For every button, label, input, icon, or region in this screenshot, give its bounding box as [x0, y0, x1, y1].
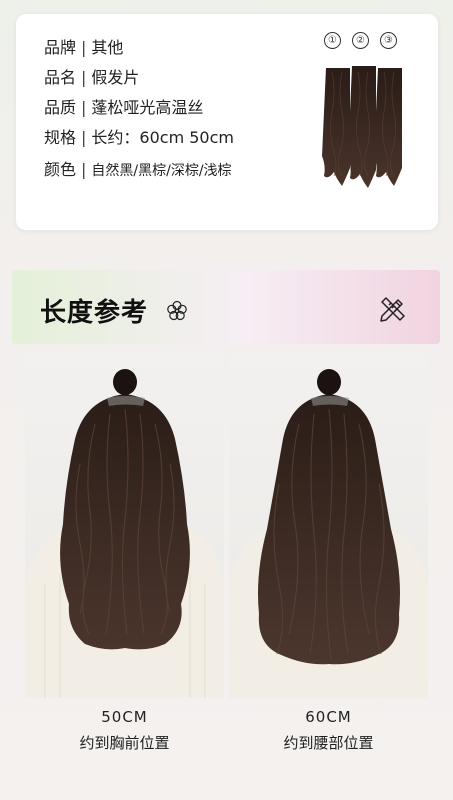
model-50cm-image [25, 369, 224, 698]
spec-value: 其他 [91, 38, 124, 57]
swatch-number-2: ② [352, 32, 369, 49]
spec-product-name: 品名 | 假发片 [44, 68, 140, 87]
hair-swatch-image [322, 66, 402, 188]
product-spec-card: 品牌 | 其他 品名 | 假发片 品质 | 蓬松哑光高温丝 规格 | 长约：60cm 50cm … [16, 14, 438, 230]
position-label-50cm: 约到胸前位置 [79, 734, 170, 752]
flower-icon [167, 300, 187, 321]
spec-value: 假发片 [91, 68, 140, 87]
model-60cm-image [229, 369, 428, 698]
photo-50cm [25, 354, 224, 698]
length-reference-banner: 长度参考 [12, 270, 440, 344]
pencil-ruler-icon [380, 297, 405, 322]
spec-label: 颜色 [44, 160, 77, 179]
spec-brand: 品牌 | 其他 [44, 38, 124, 57]
position-label-60cm: 约到腰部位置 [283, 734, 374, 752]
spec-value: 蓬松哑光高温丝 [91, 98, 204, 117]
photo-60cm [229, 354, 428, 698]
swatch-numbers: ① ② ③ [324, 32, 414, 52]
spec-label: 品质 [44, 98, 77, 117]
length-label-60cm: 60CM [305, 708, 352, 726]
spec-label: 规格 [44, 128, 77, 147]
length-label-50cm: 50CM [101, 708, 148, 726]
spec-quality: 品质 | 蓬松哑光高温丝 [44, 98, 204, 117]
swatch-number-3: ③ [380, 32, 397, 49]
spec-value: 自然黑/黑棕/深棕/浅棕 [91, 163, 232, 179]
swatch-number-1: ① [324, 32, 341, 49]
spec-label: 品牌 [44, 38, 77, 57]
section-title: 长度参考 [40, 298, 149, 328]
spec-color: 颜色 | 自然黑/黑棕/深棕/浅棕 [44, 160, 232, 179]
spec-label: 品名 [44, 68, 77, 87]
spec-size: 规格 | 长约：60cm 50cm [44, 128, 234, 147]
spec-value: 长约：60cm 50cm [91, 128, 234, 147]
